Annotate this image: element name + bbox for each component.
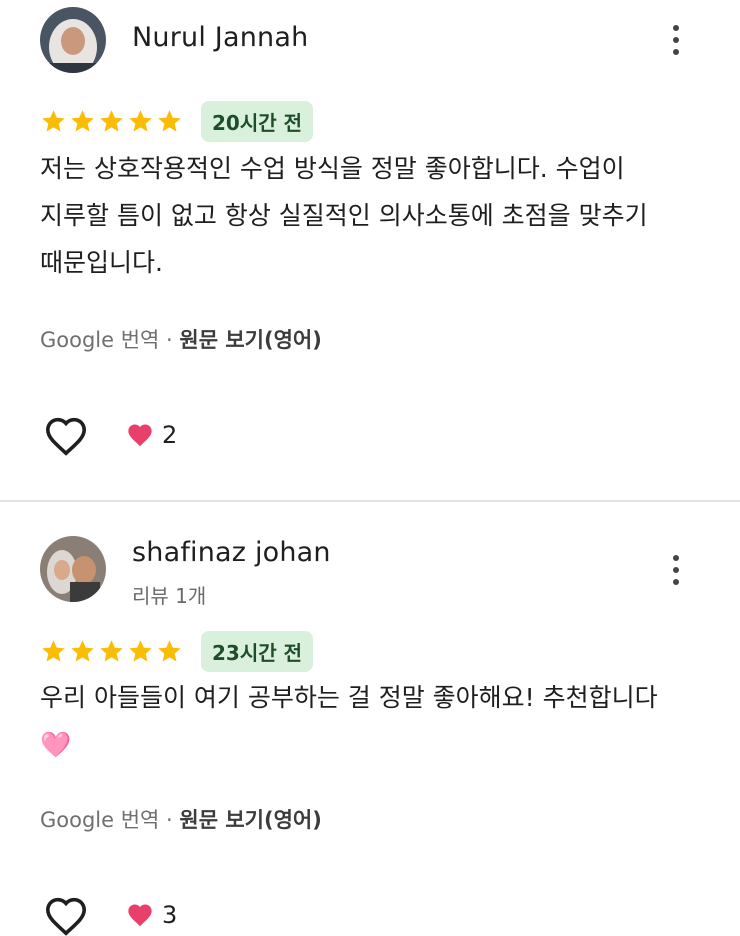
rating-row: 20시간 전	[40, 101, 313, 142]
view-original-link[interactable]: 원문 보기(영어)	[179, 808, 321, 832]
review-text-line: 지루할 틈이 없고 항상 실질적인 의사소통에 초점을 맞추기	[40, 201, 648, 230]
avatar[interactable]	[40, 536, 106, 602]
star-icon	[100, 640, 123, 662]
more-vert-icon	[673, 555, 679, 561]
review-card: Nurul Jannah 20시간 전 저는 상호작용적인 수업 방식을 정말 …	[0, 0, 740, 500]
review-card: shafinaz johan 리뷰 1개 23시간 전 우리 아들들이 여기 공…	[0, 502, 740, 936]
view-original-link[interactable]: 원문 보기(영어)	[179, 328, 321, 352]
star-rating	[40, 108, 183, 135]
star-icon	[71, 110, 94, 132]
star-icon	[158, 110, 181, 132]
rating-row: 23시간 전	[40, 631, 313, 672]
review-text: 우리 아들들이 여기 공부하는 걸 정말 좋아해요! 추천합니다 🩷	[40, 674, 700, 768]
review-text-line: 🩷	[40, 730, 72, 759]
heart-outline-icon	[45, 897, 87, 936]
translation-label: Google 번역 ·	[40, 808, 180, 832]
reviewer-name[interactable]: Nurul Jannah	[132, 22, 308, 53]
review-text: 저는 상호작용적인 수업 방식을 정말 좋아합니다. 수업이 지루할 틈이 없고…	[40, 145, 700, 286]
star-icon	[129, 110, 152, 132]
reaction-summary[interactable]: 3	[126, 901, 177, 929]
star-icon	[42, 110, 65, 132]
review-text-line: 우리 아들들이 여기 공부하는 걸 정말 좋아해요! 추천합니다	[40, 683, 658, 712]
more-options-button[interactable]	[664, 20, 688, 60]
reaction-summary[interactable]: 2	[126, 421, 177, 449]
reviewer-meta: 리뷰 1개	[132, 584, 207, 608]
reaction-count: 2	[162, 421, 178, 449]
reviewer-name[interactable]: shafinaz johan	[132, 537, 331, 568]
time-badge: 23시간 전	[201, 631, 313, 672]
star-icon	[71, 640, 94, 662]
more-vert-icon	[673, 25, 679, 31]
reaction-count: 3	[162, 901, 178, 929]
star-icon	[158, 640, 181, 662]
review-text-line: 때문입니다.	[40, 248, 163, 277]
review-text-line: 저는 상호작용적인 수업 방식을 정말 좋아합니다. 수업이	[40, 154, 625, 183]
translation-label: Google 번역 ·	[40, 328, 180, 352]
avatar[interactable]	[40, 7, 106, 73]
time-badge: 20시간 전	[201, 101, 313, 142]
like-button[interactable]	[44, 896, 88, 936]
star-icon	[100, 110, 123, 132]
red-heart-icon	[128, 904, 152, 927]
translation-note: Google 번역 · 원문 보기(영어)	[40, 804, 322, 834]
star-rating	[40, 638, 183, 665]
like-button[interactable]	[44, 416, 88, 456]
translation-note: Google 번역 · 원문 보기(영어)	[40, 324, 322, 354]
star-icon	[129, 640, 152, 662]
more-options-button[interactable]	[664, 550, 688, 590]
heart-outline-icon	[45, 417, 87, 456]
red-heart-icon	[128, 424, 152, 447]
star-icon	[42, 640, 65, 662]
